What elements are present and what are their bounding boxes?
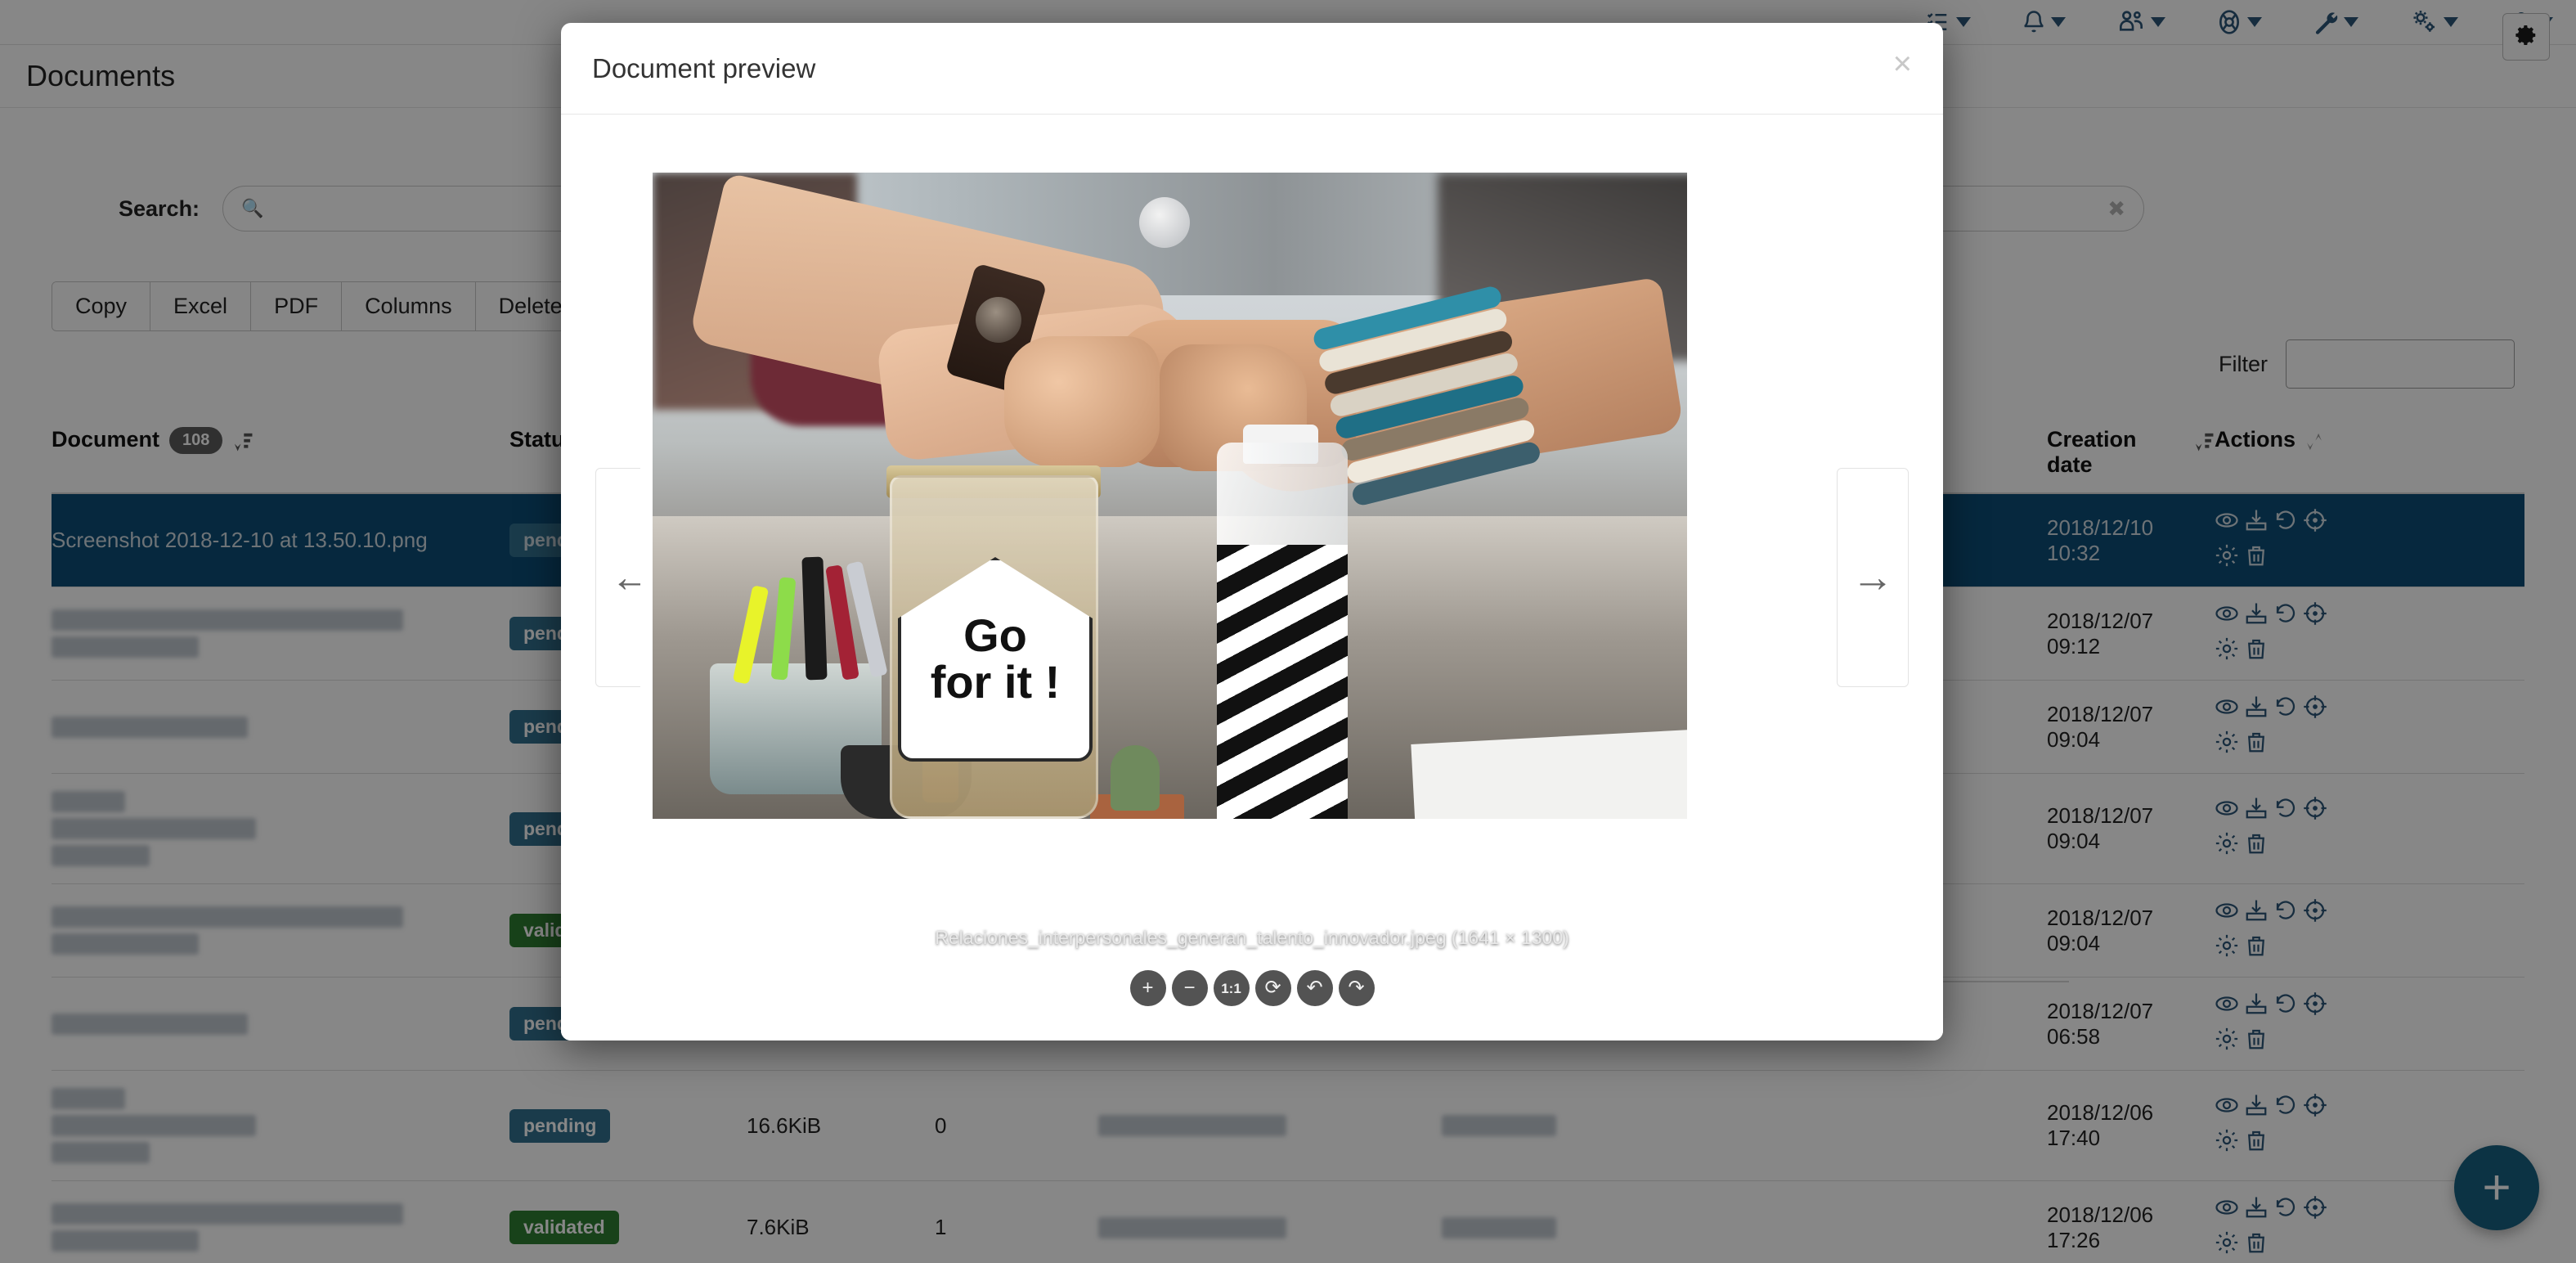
rotate-left-icon: ↶ <box>1306 977 1323 999</box>
image-toolbar: + − 1:1 ⟳ ↶ ↷ <box>561 970 1943 1006</box>
sign-line-1: Go <box>963 609 1027 661</box>
zoom-in-button[interactable]: + <box>1129 970 1166 1006</box>
arrow-right-icon: → <box>1851 554 1894 601</box>
app-root: Documents Search: 🔍 ✖ Copy Excel PDF Col… <box>0 0 2576 1263</box>
preview-image-stage[interactable]: Go for it ! <box>640 115 1700 1012</box>
rotate-right-icon: ↷ <box>1348 977 1365 999</box>
zoom-out-button[interactable]: − <box>1171 970 1208 1006</box>
close-icon[interactable]: × <box>1893 47 1912 80</box>
rotate-button[interactable]: ⟳ <box>1254 970 1291 1006</box>
rotate-right-button[interactable]: ↷ <box>1338 970 1375 1006</box>
document-preview-modal: Document preview × ← → Go for it ! Relac… <box>561 23 1943 1041</box>
one-to-one-icon: 1:1 <box>1221 980 1241 996</box>
modal-header: Document preview × <box>561 23 1943 115</box>
modal-title: Document preview <box>592 52 816 83</box>
plus-icon: + <box>1142 977 1154 999</box>
preview-image: Go for it ! <box>653 173 1687 819</box>
rotate-left-button[interactable]: ↶ <box>1296 970 1333 1006</box>
minus-icon: − <box>1183 977 1196 999</box>
image-viewer: ← → Go for it ! Relaciones_interpersonal… <box>561 115 1943 1041</box>
actual-size-button[interactable]: 1:1 <box>1213 970 1250 1006</box>
next-document-button[interactable]: → <box>1837 468 1909 687</box>
rotate-icon: ⟳ <box>1264 977 1281 999</box>
image-caption: Relaciones_interpersonales_generan_talen… <box>935 927 1569 948</box>
sign-line-2: for it ! <box>930 655 1061 708</box>
